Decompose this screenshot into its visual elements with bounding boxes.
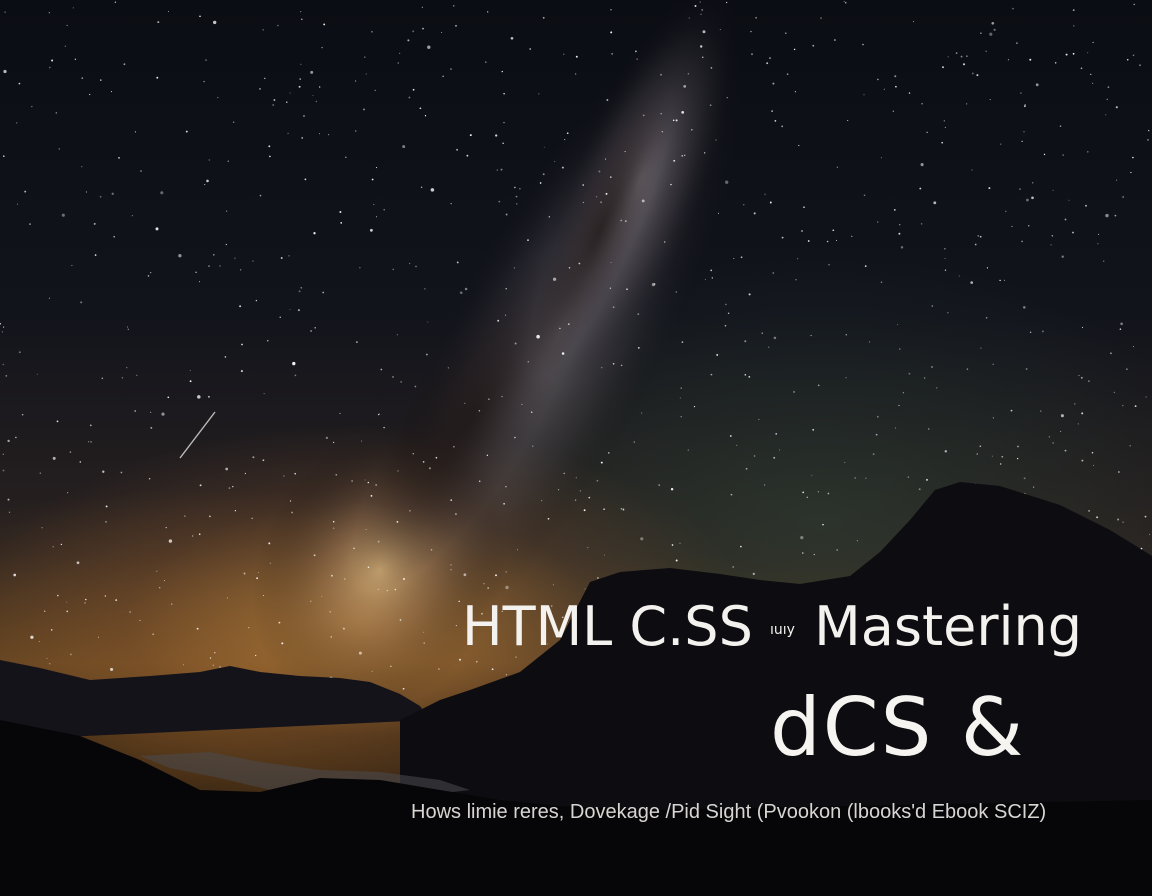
distant-ridge <box>0 660 430 740</box>
cover-title-line-2: dCS & <box>770 681 1026 774</box>
cover-title-line-1: HTML C.SS ıuıy Mastering <box>462 592 1102 665</box>
title-part-2: Mastering <box>814 595 1083 658</box>
title-part-1: HTML C.SS <box>462 595 753 658</box>
cover-image: HTML C.SS ıuıy Mastering dCS & Hows limi… <box>0 0 1152 896</box>
cover-subtitle: Hows limie reres, Dovekage /Pid Sight (P… <box>411 801 1047 823</box>
title-small-word: ıuıy <box>770 622 795 639</box>
